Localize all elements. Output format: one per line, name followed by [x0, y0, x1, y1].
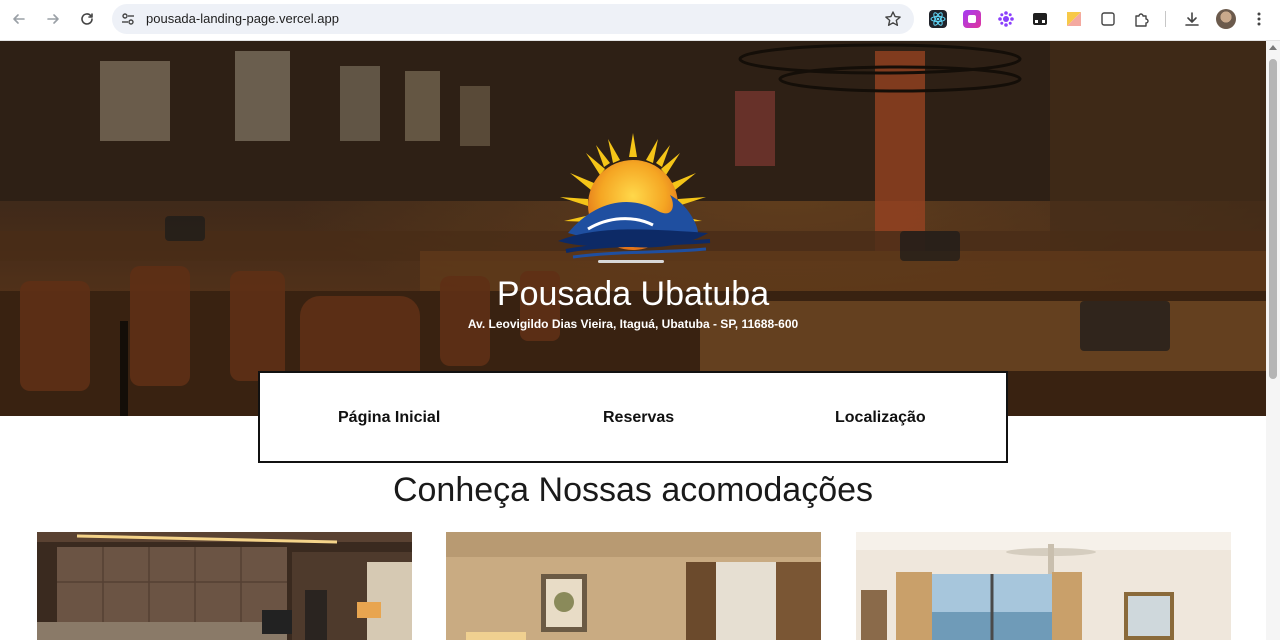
nav-link-pagina-inicial[interactable]: Página Inicial	[338, 409, 440, 427]
hero-address: Av. Leovigildo Dias Vieira, Itaguá, Ubat…	[467, 317, 799, 331]
forward-button[interactable]	[42, 8, 64, 30]
tab-search-icon[interactable]	[1099, 10, 1117, 28]
extension-yellow-icon[interactable]	[1065, 10, 1083, 28]
nav-link-localizacao[interactable]: Localização	[835, 409, 926, 427]
site-info-icon[interactable]	[120, 11, 136, 27]
download-icon[interactable]	[1183, 10, 1201, 28]
reload-icon	[81, 13, 93, 25]
url-text[interactable]: pousada-landing-page.vercel.app	[146, 11, 339, 26]
room-card-1[interactable]	[37, 532, 412, 640]
reload-button[interactable]	[76, 8, 98, 30]
react-devtools-icon[interactable]	[929, 10, 947, 28]
pousada-logo	[558, 133, 711, 259]
extension-purple-icon[interactable]	[997, 10, 1015, 28]
browser-toolbar: pousada-landing-page.vercel.app	[0, 0, 1280, 41]
room-photo-1	[37, 532, 412, 640]
accommodations-title: Conheça Nossas acomodações	[392, 471, 874, 509]
nav-link-reservas[interactable]: Reservas	[603, 409, 674, 427]
kebab-menu-icon[interactable]	[1250, 10, 1268, 28]
room-photo-2	[446, 532, 821, 640]
scroll-thumb[interactable]	[1269, 59, 1277, 379]
room-photo-3	[856, 532, 1231, 640]
back-button[interactable]	[8, 8, 30, 30]
page-scrollbar[interactable]	[1266, 41, 1280, 640]
toolbar-separator	[1165, 11, 1166, 27]
extension-pink-icon[interactable]	[963, 10, 981, 28]
puzzle-icon[interactable]	[1133, 10, 1151, 28]
room-card-3[interactable]	[856, 532, 1231, 640]
address-bar[interactable]: pousada-landing-page.vercel.app	[112, 4, 914, 34]
logo-underline	[598, 260, 664, 263]
arrow-left-icon	[13, 14, 25, 24]
hero-banner: Pousada Ubatuba Av. Leovigildo Dias Viei…	[0, 41, 1266, 416]
scroll-up-arrow[interactable]	[1269, 45, 1277, 50]
hero-title: Pousada Ubatuba	[496, 275, 770, 313]
extension-dark-icon[interactable]	[1031, 10, 1049, 28]
main-nav: Página Inicial Reservas Localização	[258, 371, 1008, 463]
profile-avatar[interactable]	[1216, 9, 1236, 29]
room-card-2[interactable]	[446, 532, 821, 640]
bookmark-star-icon[interactable]	[884, 10, 902, 28]
arrow-right-icon	[47, 14, 59, 24]
